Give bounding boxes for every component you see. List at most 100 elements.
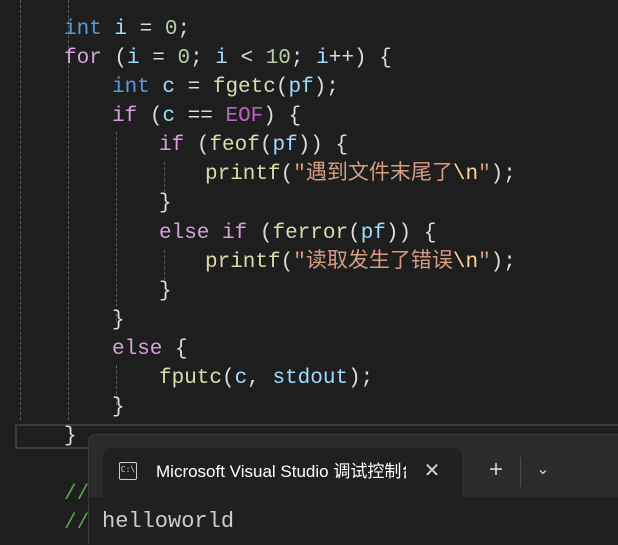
paren: (: [348, 222, 361, 245]
console-tab-title: Microsoft Visual Studio 调试控制台: [156, 462, 406, 481]
operator: =: [175, 76, 213, 99]
string-literal: "遇到文件末尾了: [293, 163, 453, 186]
keyword-else: else: [112, 338, 163, 361]
variable-c: c: [162, 76, 176, 99]
keyword-int: int: [112, 76, 150, 99]
paren: )): [385, 222, 424, 245]
code-line-2[interactable]: for (i = 0; i < 10; i++) {: [64, 44, 392, 73]
brace: {: [335, 134, 349, 157]
paren: (: [275, 76, 289, 99]
code-comment-2[interactable]: //: [64, 509, 89, 531]
console-output-text: helloworld: [102, 509, 235, 534]
operator: ++: [328, 47, 354, 70]
brace: }: [159, 280, 172, 303]
operator: =: [139, 47, 178, 70]
brace: {: [162, 338, 188, 361]
indent-guide-4: [164, 162, 165, 192]
code-line-15[interactable]: }: [64, 422, 77, 451]
escape-sequence: \n: [452, 163, 479, 186]
new-tab-button[interactable]: +: [483, 457, 509, 483]
operator: =: [127, 18, 165, 41]
paren: (: [137, 105, 163, 128]
paren: );: [490, 251, 516, 274]
brace: }: [112, 396, 125, 419]
keyword-else: else: [159, 222, 210, 245]
variable-i: i: [316, 47, 329, 70]
string-literal: "读取发生了错误: [293, 251, 453, 274]
indent-guide-2: [116, 132, 117, 322]
string-quote: ": [478, 251, 491, 274]
keyword-if: if: [222, 222, 248, 245]
code-comment-1[interactable]: //: [64, 480, 89, 509]
paren: (: [184, 134, 210, 157]
paren: (: [259, 134, 273, 157]
brace: {: [288, 105, 302, 128]
paren: ): [263, 105, 289, 128]
paren: (: [280, 163, 294, 186]
function-ferror: ferror: [272, 222, 349, 245]
number: 0: [177, 47, 191, 70]
variable-pf: pf: [288, 76, 314, 99]
semicolon: ;: [177, 18, 191, 41]
code-line-10[interactable]: }: [159, 277, 172, 306]
number: 10: [265, 47, 291, 70]
debug-console-window[interactable]: C:\ Microsoft Visual Studio 调试控制台 ✕ + ⌄ …: [88, 434, 618, 545]
variable-stdout: stdout: [272, 367, 349, 390]
variable-c: c: [162, 105, 176, 128]
paren: );: [313, 76, 339, 99]
indent-guide-5: [164, 250, 165, 280]
number: 0: [164, 18, 178, 41]
variable-c: c: [234, 367, 248, 390]
console-tab[interactable]: C:\ Microsoft Visual Studio 调试控制台 ✕: [103, 448, 462, 497]
paren: (: [222, 367, 235, 390]
variable-i: i: [114, 18, 128, 41]
code-line-1[interactable]: int i = 0;: [64, 15, 190, 44]
string-quote: ": [478, 163, 491, 186]
code-line-6[interactable]: printf("遇到文件末尾了\n");: [205, 160, 516, 189]
operator: ==: [175, 105, 226, 128]
semicolon: ;: [190, 47, 216, 70]
escape-sequence: \n: [452, 251, 479, 274]
function-printf: printf: [205, 251, 281, 274]
close-icon[interactable]: ✕: [421, 458, 443, 484]
paren: (: [247, 222, 273, 245]
code-line-5[interactable]: if (feof(pf)) {: [159, 131, 348, 160]
console-icon: C:\: [119, 462, 137, 480]
paren: (: [280, 251, 294, 274]
variable-pf: pf: [272, 134, 298, 157]
code-line-11[interactable]: }: [112, 306, 125, 335]
code-line-4[interactable]: if (c == EOF) {: [112, 102, 301, 131]
brace: }: [159, 192, 172, 215]
variable-i: i: [127, 47, 140, 70]
paren: (: [101, 47, 128, 70]
code-line-9[interactable]: printf("读取发生了错误\n");: [205, 248, 516, 277]
function-feof: feof: [209, 134, 260, 157]
brace: {: [423, 222, 437, 245]
brace: }: [64, 425, 77, 448]
code-line-3[interactable]: int c = fgetc(pf);: [112, 73, 339, 102]
keyword-if: if: [159, 134, 185, 157]
variable-pf: pf: [360, 222, 386, 245]
brace: {: [379, 47, 392, 70]
code-line-13[interactable]: fputc(c, stdout);: [159, 364, 373, 393]
keyword-for: for: [64, 47, 102, 70]
tab-separator: [520, 457, 521, 487]
code-line-12[interactable]: else {: [112, 335, 188, 364]
code-line-7[interactable]: }: [159, 189, 172, 218]
function-printf: printf: [205, 163, 281, 186]
paren: );: [490, 163, 516, 186]
console-output-area[interactable]: helloworld: [89, 497, 618, 545]
function-fgetc: fgetc: [212, 76, 276, 99]
code-line-8[interactable]: else if (ferror(pf)) {: [159, 219, 436, 248]
keyword-int: int: [64, 18, 102, 41]
brace: }: [112, 309, 125, 332]
function-fputc: fputc: [159, 367, 223, 390]
code-line-14[interactable]: }: [112, 393, 125, 422]
comma: ,: [247, 367, 273, 390]
variable-i: i: [215, 47, 228, 70]
keyword-if: if: [112, 105, 138, 128]
paren: )): [297, 134, 336, 157]
paren: ): [353, 47, 380, 70]
chevron-down-icon[interactable]: ⌄: [530, 457, 556, 483]
paren: );: [348, 367, 374, 390]
